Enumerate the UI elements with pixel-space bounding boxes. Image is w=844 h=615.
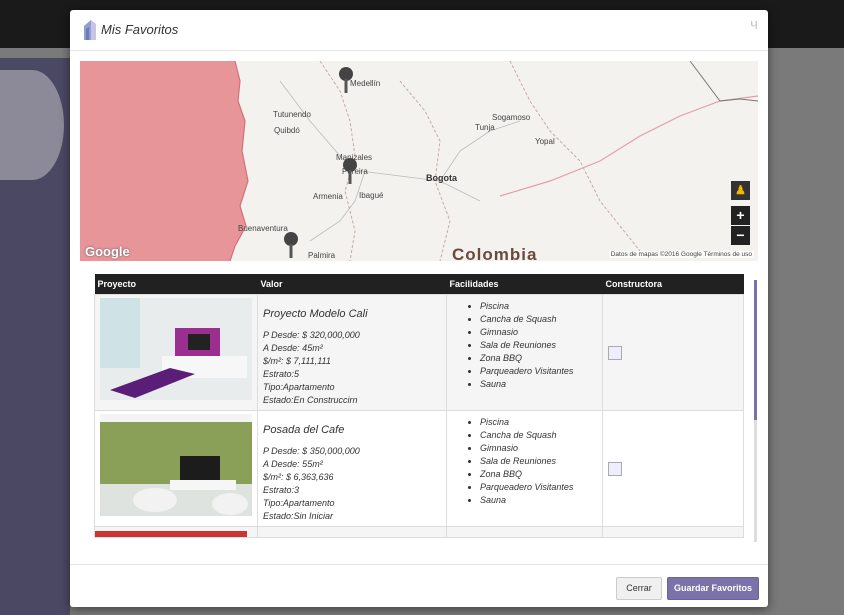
favorites-map[interactable]: Medellín Tutunendo Quibdó Manizales Pere…: [80, 61, 758, 261]
facility-item: Piscina: [480, 300, 597, 313]
project-name[interactable]: Posada del Cafe: [263, 424, 441, 436]
col-header-proyecto: Proyecto: [94, 274, 258, 295]
modal-title: Mis Favoritos: [101, 22, 179, 37]
cancel-button[interactable]: Cerrar: [616, 577, 662, 600]
favorites-table-container[interactable]: Proyecto Valor Facilidades Constructora: [94, 274, 744, 544]
country-label: Colombia: [452, 245, 538, 261]
project-area: A Desde: 55m²: [263, 459, 323, 469]
project-thumbnail-cell: [94, 294, 258, 411]
pegman-icon[interactable]: ♟: [731, 181, 750, 200]
project-price-m2: $/m²: $ 6,363,636: [263, 472, 334, 482]
favorites-table: Proyecto Valor Facilidades Constructora: [94, 274, 744, 538]
map-attribution[interactable]: Datos de mapas ©2016 Google Términos de …: [608, 251, 754, 258]
city-label: Tunja: [475, 123, 495, 132]
project-thumbnail-cell: [94, 410, 258, 527]
venezuela-line: [689, 61, 758, 102]
project-image[interactable]: [100, 414, 252, 516]
project-builder-cell: [602, 294, 744, 411]
save-favorites-button[interactable]: Guardar Favoritos: [667, 577, 759, 600]
col-header-valor: Valor: [257, 274, 447, 295]
project-builder-cell: [602, 526, 744, 538]
page-decoration: [0, 70, 64, 180]
table-row: [94, 526, 744, 538]
map-pin-icon[interactable]: [337, 66, 355, 96]
facility-item: Gimnasio: [480, 326, 597, 339]
col-header-constructora: Constructora: [602, 274, 744, 295]
facility-item: Zona BBQ: [480, 468, 597, 481]
google-logo[interactable]: Google: [85, 244, 130, 259]
ocean-area: [80, 61, 248, 261]
city-label: Quibdó: [274, 126, 300, 135]
facility-item: Piscina: [480, 416, 597, 429]
project-estrato: Estrato:3: [263, 485, 300, 495]
city-label: Tutunendo: [273, 110, 311, 119]
modal-header: Mis Favoritos ч: [70, 10, 768, 51]
map-pin-icon[interactable]: [341, 157, 359, 187]
dept-border-2: [399, 80, 451, 261]
project-price: P Desde: $ 320,000,000: [263, 330, 360, 340]
project-name[interactable]: Proyecto Modelo Cali: [263, 308, 441, 320]
project-facilities-cell: [446, 526, 603, 538]
project-values-cell: [257, 526, 447, 538]
city-label: Ibagué: [359, 191, 384, 200]
city-label: Palmira: [308, 251, 336, 260]
project-image[interactable]: [100, 298, 252, 400]
city-label: Bogota: [426, 173, 457, 183]
project-thumbnail-cell: [94, 526, 258, 538]
project-tipo: Tipo:Apartamento: [263, 498, 335, 508]
builder-logo-image[interactable]: [608, 462, 622, 476]
col-header-facilidades: Facilidades: [446, 274, 603, 295]
project-estrato: Estrato:5: [263, 369, 300, 379]
map-pin-icon[interactable]: [282, 231, 300, 261]
facility-item: Parqueadero Visitantes: [480, 365, 597, 378]
city-label: Yopal: [535, 137, 555, 146]
table-scrollbar-thumb[interactable]: [754, 280, 757, 420]
building-logo-icon: [84, 20, 96, 40]
project-facilities-cell: Piscina Cancha de Squash Gimnasio Sala d…: [446, 410, 603, 527]
project-area: A Desde: 45m²: [263, 343, 323, 353]
facilities-list: Piscina Cancha de Squash Gimnasio Sala d…: [452, 300, 597, 391]
project-price-m2: $/m²: $ 7,111,111: [263, 356, 331, 366]
project-values-cell: Posada del Cafe P Desde: $ 350,000,000 A…: [257, 410, 447, 527]
facility-item: Sala de Reuniones: [480, 455, 597, 468]
builder-logo-image[interactable]: [608, 346, 622, 360]
facilities-list: Piscina Cancha de Squash Gimnasio Sala d…: [452, 416, 597, 507]
map-canvas[interactable]: [80, 61, 758, 261]
facility-item: Cancha de Squash: [480, 429, 597, 442]
project-values-cell: Proyecto Modelo Cali P Desde: $ 320,000,…: [257, 294, 447, 411]
project-estado: Estado:En Construccirn: [263, 395, 358, 405]
facility-item: Sauna: [480, 494, 597, 507]
city-label: Armenia: [313, 192, 343, 201]
facility-item: Parqueadero Visitantes: [480, 481, 597, 494]
table-row: Proyecto Modelo Cali P Desde: $ 320,000,…: [94, 294, 744, 411]
project-tipo: Tipo:Apartamento: [263, 382, 335, 392]
zoom-out-button[interactable]: −: [731, 226, 750, 245]
project-builder-cell: [602, 410, 744, 527]
favorites-modal: Mis Favoritos ч Medellín Tutunendo Quibd…: [70, 10, 768, 607]
city-label: Buenaventura: [238, 224, 288, 233]
modal-footer: Cerrar Guardar Favoritos: [70, 564, 768, 608]
dept-border-3: [509, 61, 641, 252]
facility-item: Gimnasio: [480, 442, 597, 455]
border-venezuela: [499, 95, 758, 197]
facility-item: Sala de Reuniones: [480, 339, 597, 352]
zoom-in-button[interactable]: +: [731, 206, 750, 225]
facility-item: Zona BBQ: [480, 352, 597, 365]
close-icon[interactable]: ч: [750, 16, 758, 33]
project-facilities-cell: Piscina Cancha de Squash Gimnasio Sala d…: [446, 294, 603, 411]
project-estado: Estado:Sin Iniciar: [263, 511, 334, 521]
facility-item: Sauna: [480, 378, 597, 391]
project-price: P Desde: $ 350,000,000: [263, 446, 360, 456]
facility-item: Cancha de Squash: [480, 313, 597, 326]
city-label: Sogamoso: [492, 113, 531, 122]
table-row: Posada del Cafe P Desde: $ 350,000,000 A…: [94, 410, 744, 527]
